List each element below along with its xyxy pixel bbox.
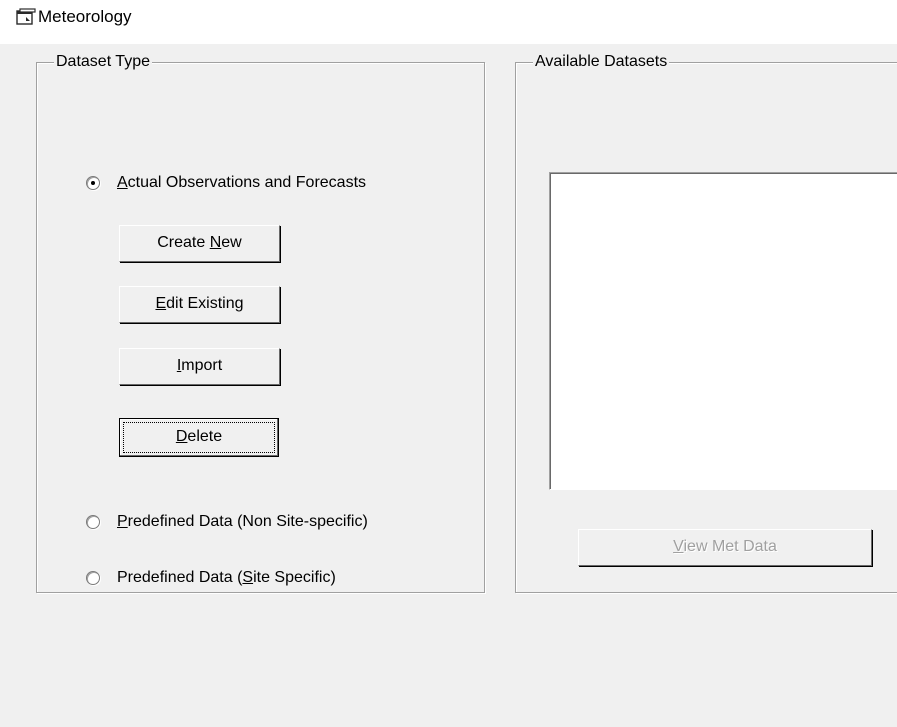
window-title: Meteorology [38, 7, 132, 26]
radio-label[interactable]: Predefined Data (Non Site-specific) [117, 512, 368, 532]
radio-selected-dot [91, 181, 95, 185]
window-icon [16, 8, 36, 25]
radio-label[interactable]: Actual Observations and Forecasts [117, 173, 366, 193]
dataset-type-legend: Dataset Type [54, 52, 152, 72]
available-datasets-legend: Available Datasets [533, 52, 670, 72]
radio-button[interactable] [86, 571, 100, 585]
radio-label[interactable]: Predefined Data (Site Specific) [117, 568, 336, 588]
title-bar: Meteorology [0, 0, 897, 44]
radio-button[interactable] [86, 515, 100, 529]
view-met-data-button[interactable]: View Met Data [578, 529, 872, 566]
import-button[interactable]: Import [119, 348, 280, 385]
delete-button[interactable]: Delete [119, 418, 279, 457]
create-new-button[interactable]: Create New [119, 225, 280, 262]
radio-button[interactable] [86, 176, 100, 190]
available-datasets-list[interactable] [549, 172, 897, 490]
edit-existing-button[interactable]: Edit Existing [119, 286, 280, 323]
focus-rectangle [123, 422, 275, 453]
